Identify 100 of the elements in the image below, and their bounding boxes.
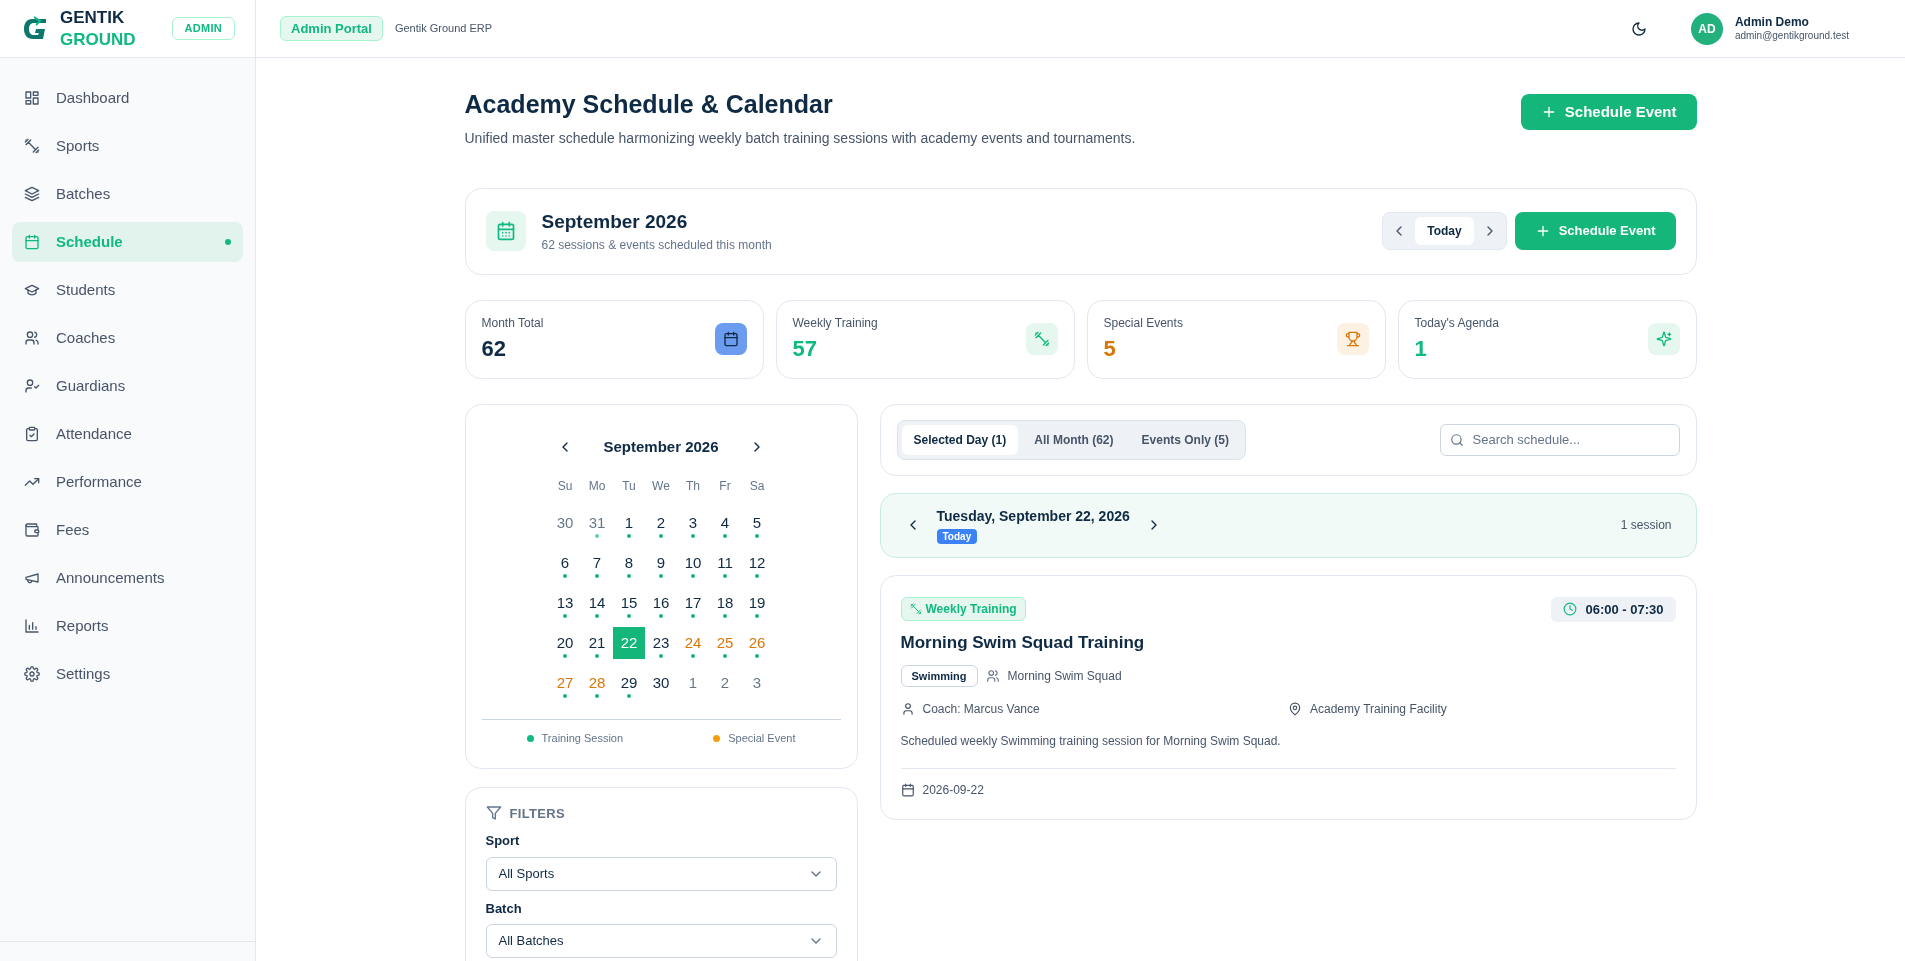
calendar-day[interactable]: 23 [645, 627, 677, 659]
moon-icon [1630, 20, 1647, 37]
calendar-day[interactable]: 30 [549, 507, 581, 539]
calendar-day[interactable]: 31 [581, 507, 613, 539]
settings-icon [24, 666, 40, 682]
sidebar-item[interactable]: Settings [12, 654, 243, 694]
batch-name: Morning Swim Squad [1007, 667, 1122, 685]
calendar-day[interactable]: 2 [645, 507, 677, 539]
clipboard-check-icon [24, 426, 40, 442]
sidebar-item[interactable]: Fees [12, 510, 243, 550]
calendar-day[interactable]: 19 [741, 587, 773, 619]
today-button[interactable]: Today [1415, 217, 1474, 245]
calendar-day[interactable]: 15 [613, 587, 645, 619]
event-type-badge: Weekly Training [900, 597, 1026, 622]
calendar-month-title: September 2026 [603, 436, 719, 457]
stat-value: 57 [792, 334, 818, 363]
search-icon [1449, 432, 1464, 447]
weekday-label: Su [556, 478, 574, 495]
stat-label: Weekly Training [792, 314, 878, 332]
calendar-day[interactable]: 6 [549, 547, 581, 579]
sidebar-item[interactable]: Announcements [12, 558, 243, 598]
search-field[interactable]: Search schedule... [1439, 423, 1680, 456]
calendar-day[interactable]: 8 [613, 547, 645, 579]
calendar-day[interactable]: 1 [613, 507, 645, 539]
sidebar-item[interactable]: Sports [12, 126, 243, 166]
event-location: Academy Training Facility [1310, 701, 1447, 718]
sidebar-item[interactable]: Attendance [12, 414, 243, 454]
weekday-label: Sa [748, 478, 766, 495]
filters-title: FILTERS [509, 804, 565, 823]
calendar-day[interactable]: 3 [677, 507, 709, 539]
filter-icon [485, 805, 502, 822]
dashboard-icon [24, 90, 40, 106]
bar-chart-icon [24, 618, 40, 634]
layers-icon [24, 186, 40, 202]
calendar-day[interactable]: 14 [581, 587, 613, 619]
select-field[interactable]: All Batches [485, 924, 837, 958]
graduation-cap-icon [24, 282, 40, 298]
calendar-day[interactable]: 30 [645, 667, 677, 699]
event-description: Scheduled weekly Swimming training session for Morning Swim Squad. [900, 733, 1282, 750]
weekday-label: Th [685, 478, 701, 495]
calendar-day[interactable]: 4 [709, 507, 741, 539]
sidebar-item[interactable]: Students [12, 270, 243, 310]
calendar-day[interactable]: 18 [709, 587, 741, 619]
field-label: Sport [485, 832, 521, 850]
megaphone-icon [24, 570, 40, 586]
calendar-day[interactable]: 7 [581, 547, 613, 579]
sidebar-item[interactable]: Reports [12, 606, 243, 646]
brand-name: GENTIK [60, 7, 126, 29]
dumbbell-icon [24, 138, 40, 154]
calendar-icon [24, 234, 40, 250]
select-field[interactable]: All Sports [485, 856, 837, 891]
dumbbell-icon [1033, 331, 1050, 347]
calendar-day[interactable]: 16 [645, 587, 677, 619]
calendar-day[interactable]: 29 [613, 667, 645, 699]
time-badge: 06:00 - 07:30 [1551, 596, 1676, 622]
sport-tag: Swimming [900, 664, 978, 687]
calendar-day[interactable]: 21 [581, 627, 613, 659]
theme-toggle-button[interactable] [1630, 20, 1647, 37]
calendar-day[interactable]: 9 [645, 547, 677, 579]
calendar-day[interactable]: 11 [709, 547, 741, 579]
page-subtitle: Unified master schedule harmonizing weekly batch training sessions with academy events and tournaments. [464, 128, 1136, 148]
tab[interactable]: Events Only (5) [1129, 424, 1241, 455]
stat-value: 62 [481, 334, 507, 363]
sidebar-item[interactable]: Coaches [12, 318, 243, 358]
calendar-icon [900, 783, 915, 797]
stat-label: Month Total [481, 314, 544, 332]
calendar-day[interactable]: 3 [741, 667, 773, 699]
app-name: Gentik Ground ERP [394, 21, 493, 37]
field-label: Batch [485, 899, 523, 918]
calendar-day[interactable]: 1 [677, 667, 709, 699]
calendar-day[interactable]: 5 [741, 507, 773, 539]
calendar-day[interactable]: 13 [549, 587, 581, 619]
weekday-label: We [651, 478, 671, 495]
weekday-label: Tu [621, 478, 637, 495]
wallet-icon [24, 522, 40, 538]
month-title: September 2026 [541, 209, 689, 234]
user-check-icon [24, 378, 40, 394]
trophy-icon [1344, 331, 1361, 347]
calendar-day[interactable]: 12 [741, 547, 773, 579]
legend-label: Special Event [728, 731, 796, 746]
tab[interactable]: All Month (62) [1022, 424, 1126, 455]
day-title: Tuesday, September 22, 2026 [936, 507, 1130, 526]
sidebar-item[interactable]: Performance [12, 462, 243, 502]
calendar-day[interactable]: 17 [677, 587, 709, 619]
sidebar-item[interactable]: Batches [12, 174, 243, 214]
portal-badge: Admin Portal [280, 15, 383, 42]
calendar-icon [722, 331, 739, 347]
session-count: 1 session [1620, 517, 1672, 534]
stat-label: Special Events [1103, 314, 1183, 332]
role-badge: ADMIN [171, 17, 235, 40]
sidebar-item[interactable]: Dashboard [12, 78, 243, 118]
month-summary: 62 sessions & events scheduled this month [541, 237, 772, 255]
tab[interactable]: Selected Day (1) [901, 424, 1019, 455]
calendar-grid-icon [495, 221, 516, 241]
calendar-day[interactable]: 10 [677, 547, 709, 579]
sidebar-item[interactable]: Guardians [12, 366, 243, 406]
calendar-day[interactable]: 2 [709, 667, 741, 699]
user-icon [900, 702, 915, 716]
sparkles-icon [1655, 331, 1672, 347]
calendar-day[interactable]: 20 [549, 627, 581, 659]
